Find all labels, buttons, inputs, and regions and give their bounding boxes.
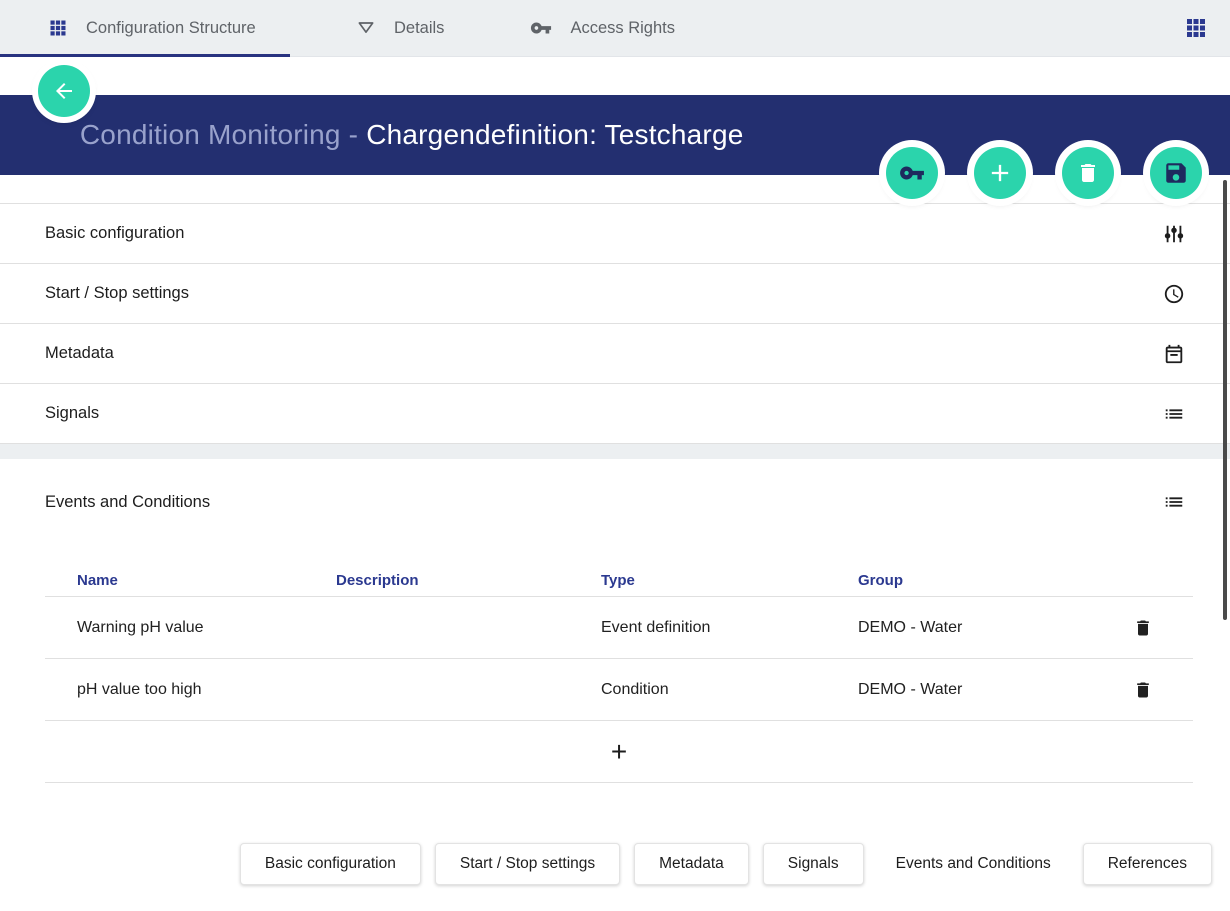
cell-name: Warning pH value	[45, 619, 304, 637]
add-fab[interactable]	[974, 147, 1026, 199]
tune-icon	[1163, 223, 1185, 245]
trash-icon	[1133, 618, 1153, 638]
key-icon	[899, 160, 925, 186]
trash-icon	[1133, 680, 1153, 700]
section-signals[interactable]: Signals	[0, 383, 1230, 443]
card-divider	[0, 443, 1230, 459]
top-tabbar: Configuration Structure Details Access R…	[0, 0, 1230, 57]
section-label: Start / Stop settings	[45, 284, 189, 303]
page-title-main: Chargendefinition: Testcharge	[366, 119, 743, 150]
bottom-nav: Basic configuration Start / Stop setting…	[0, 817, 1230, 911]
section-label: Signals	[45, 404, 99, 423]
bottom-nav-references[interactable]: References	[1083, 843, 1212, 885]
page-title-prefix: Condition Monitoring -	[80, 119, 366, 150]
save-icon	[1163, 160, 1189, 186]
list-icon	[1163, 403, 1185, 425]
trash-icon	[1076, 161, 1100, 185]
bottom-nav-events-and-conditions[interactable]: Events and Conditions	[878, 843, 1069, 885]
bottom-nav-start-stop-settings[interactable]: Start / Stop settings	[435, 843, 620, 885]
section-label: Metadata	[45, 344, 114, 363]
cell-type: Event definition	[569, 619, 826, 637]
delete-row-button[interactable]	[1129, 676, 1157, 704]
calendar-icon	[1163, 343, 1185, 365]
table-row[interactable]: Warning pH value Event definition DEMO -…	[45, 597, 1193, 659]
grid-icon	[48, 18, 68, 38]
save-fab[interactable]	[1150, 147, 1202, 199]
tab-label: Details	[394, 19, 444, 38]
access-key-fab[interactable]	[886, 147, 938, 199]
list-icon	[1163, 491, 1185, 513]
section-label: Basic configuration	[45, 224, 184, 243]
section-metadata[interactable]: Metadata	[0, 323, 1230, 383]
col-header-description: Description	[304, 572, 569, 589]
events-table: Name Description Type Group Warning pH v…	[45, 565, 1193, 783]
cell-group: DEMO - Water	[826, 619, 1093, 637]
back-button[interactable]	[38, 65, 90, 117]
apps-grid-icon[interactable]	[1184, 16, 1230, 40]
tab-details[interactable]: Details	[290, 0, 464, 56]
cell-group: DEMO - Water	[826, 681, 1093, 699]
cell-name: pH value too high	[45, 681, 304, 699]
filter-icon	[356, 18, 376, 38]
bottom-nav-basic-configuration[interactable]: Basic configuration	[240, 843, 421, 885]
clock-icon	[1163, 283, 1185, 305]
bottom-nav-signals[interactable]: Signals	[763, 843, 864, 885]
col-header-type: Type	[569, 572, 826, 589]
cell-type: Condition	[569, 681, 826, 699]
sections-card: Basic configuration Start / Stop setting…	[0, 175, 1230, 443]
tab-label: Configuration Structure	[86, 19, 256, 38]
key-icon	[530, 17, 552, 39]
fab-row	[886, 147, 1202, 199]
col-header-group: Group	[826, 572, 1093, 589]
arrow-back-icon	[52, 79, 76, 103]
page-title: Condition Monitoring - Chargendefinition…	[32, 87, 744, 183]
tab-label: Access Rights	[570, 19, 675, 38]
bottom-nav-metadata[interactable]: Metadata	[634, 843, 749, 885]
delete-row-button[interactable]	[1129, 614, 1157, 642]
add-entry-button[interactable]: +	[45, 721, 1193, 783]
delete-fab[interactable]	[1062, 147, 1114, 199]
scrollbar-thumb[interactable]	[1223, 180, 1227, 620]
col-header-name: Name	[45, 572, 304, 589]
table-row[interactable]: pH value too high Condition DEMO - Water	[45, 659, 1193, 721]
events-title: Events and Conditions	[45, 493, 210, 512]
plus-icon	[986, 159, 1014, 187]
tab-access-rights[interactable]: Access Rights	[464, 0, 695, 56]
cell-actions	[1093, 614, 1193, 642]
events-header-row[interactable]: Events and Conditions	[0, 487, 1230, 517]
app-window: Configuration Structure Details Access R…	[0, 0, 1230, 911]
section-basic-configuration[interactable]: Basic configuration	[0, 203, 1230, 263]
section-start-stop-settings[interactable]: Start / Stop settings	[0, 263, 1230, 323]
events-card: Events and Conditions Name Description T…	[0, 459, 1230, 817]
tab-configuration-structure[interactable]: Configuration Structure	[0, 0, 290, 56]
cell-actions	[1093, 676, 1193, 704]
events-table-header: Name Description Type Group	[45, 565, 1193, 597]
